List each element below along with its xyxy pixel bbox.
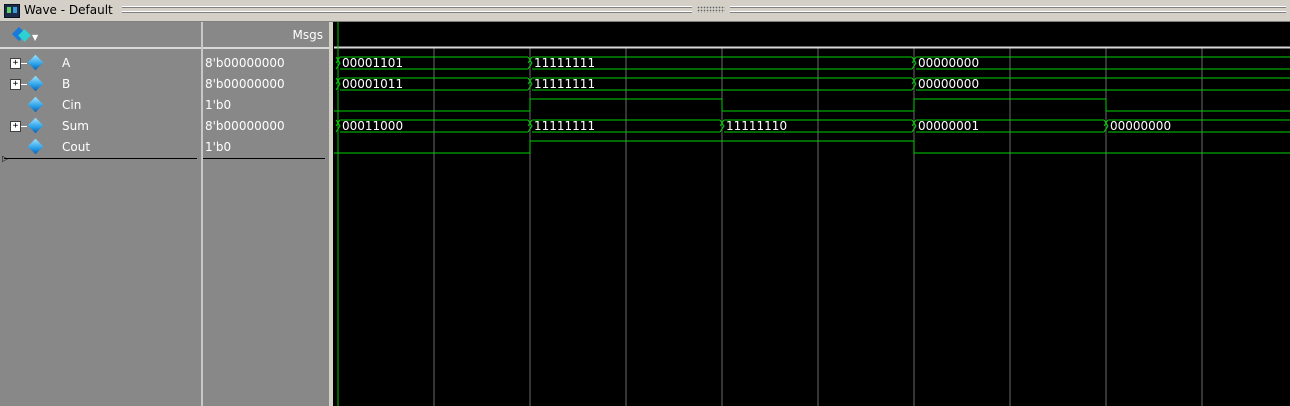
signal-row-cout[interactable]: Cout xyxy=(0,137,201,158)
signal-value-row[interactable]: 1'b0 xyxy=(203,137,329,158)
titlebar-grip-handle[interactable] xyxy=(697,6,725,13)
signal-diamond-icon xyxy=(27,138,44,155)
bus-value-label: 00001101 xyxy=(342,56,403,70)
signal-value: 8'b00000000 xyxy=(205,119,285,133)
signal-row-b[interactable]: + B xyxy=(0,74,201,95)
bus-value-label: 11111110 xyxy=(726,119,787,133)
signal-diamond-icon xyxy=(27,75,44,92)
window-titlebar[interactable]: Wave - Default xyxy=(0,0,1290,22)
signal-value-row[interactable]: 8'b00000000 xyxy=(203,116,329,137)
tree-connector xyxy=(21,63,27,64)
bus-value-label: 00001011 xyxy=(342,77,403,91)
signal-value: 1'b0 xyxy=(205,140,232,154)
titlebar-grip-line xyxy=(122,11,692,13)
bus-value-label: 00000000 xyxy=(918,56,979,70)
dropdown-arrow-icon: ▼ xyxy=(32,33,39,42)
titlebar-grip-line xyxy=(730,11,1286,13)
signal-value-row[interactable]: 1'b0 xyxy=(203,95,329,116)
signal-name: Cout xyxy=(62,140,91,154)
signal-row-sum[interactable]: + Sum xyxy=(0,116,201,137)
wave-window-icon xyxy=(4,4,20,18)
signal-value-pane: Msgs 8'b00000000 8'b00000000 1'b0 8'b000000… xyxy=(203,22,329,406)
waveform-canvas[interactable]: 00001101 11111111 00000000 00001011 11111111… xyxy=(334,22,1290,406)
bus-value-label: 11111111 xyxy=(534,119,595,133)
signal-diamond-icon xyxy=(27,54,44,71)
signal-name-pane: ▼ + A + B Cin + Sum Cout ▷ xyxy=(0,22,201,406)
signal-row-a[interactable]: + A xyxy=(0,53,201,74)
bus-value-label: 00000000 xyxy=(918,77,979,91)
signal-name: A xyxy=(62,56,71,70)
signal-value: 8'b00000000 xyxy=(205,56,285,70)
titlebar-grip-line xyxy=(122,6,692,8)
list-end-divider xyxy=(4,158,197,159)
bus-value-label: 11111111 xyxy=(534,77,595,91)
bit-waveform xyxy=(334,98,1290,112)
signal-value: 8'b00000000 xyxy=(205,77,285,91)
signal-name: B xyxy=(62,77,71,91)
tree-connector xyxy=(21,126,27,127)
signal-diamond-icon xyxy=(27,96,44,113)
signal-value-row[interactable]: 8'b00000000 xyxy=(203,74,329,95)
expand-icon[interactable]: + xyxy=(10,79,21,90)
signal-name: Cin xyxy=(62,98,82,112)
msgs-column-header: Msgs xyxy=(292,28,323,42)
bus-value-label: 11111111 xyxy=(534,56,595,70)
expand-icon[interactable]: + xyxy=(10,121,21,132)
wave-tool-dropdown[interactable]: ▼ xyxy=(11,26,39,43)
bus-value-label: 00011000 xyxy=(342,119,403,133)
bus-value-label: 00000000 xyxy=(1110,119,1171,133)
insert-marker-icon: ▷ xyxy=(2,154,9,163)
signal-row-cin[interactable]: Cin xyxy=(0,95,201,116)
list-end-divider xyxy=(203,158,325,159)
bus-value-label: 00000001 xyxy=(918,119,979,133)
name-pane-header: ▼ xyxy=(0,22,201,49)
signal-diamond-icon xyxy=(27,117,44,134)
signal-value: 1'b0 xyxy=(205,98,232,112)
tree-connector xyxy=(21,84,27,85)
value-pane-header: Msgs xyxy=(203,22,329,49)
window-title: Wave - Default xyxy=(24,3,113,17)
signal-name: Sum xyxy=(62,119,89,133)
waveform-pane[interactable]: 00001101 11111111 00000000 00001011 11111111… xyxy=(334,22,1290,406)
titlebar-grip-line xyxy=(730,6,1286,8)
expand-icon[interactable]: + xyxy=(10,58,21,69)
bit-waveform xyxy=(334,140,1290,154)
signal-value-row[interactable]: 8'b00000000 xyxy=(203,53,329,74)
